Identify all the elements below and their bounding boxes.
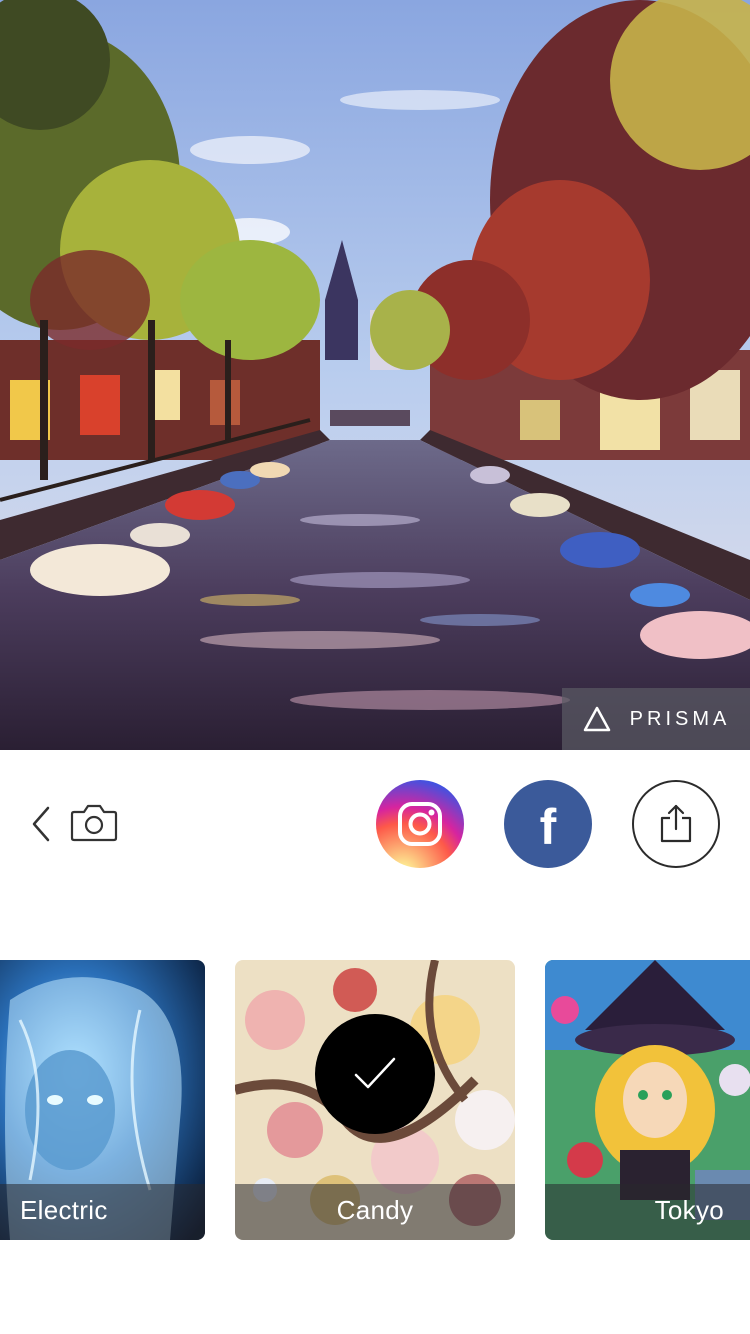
watermark-text: PRISMA [629, 707, 731, 730]
selected-indicator [315, 1014, 435, 1134]
instagram-icon [398, 802, 442, 846]
filter-electric[interactable]: Electric [0, 960, 205, 1240]
stylized-photo: PRISMA [0, 0, 750, 750]
chevron-left-icon [32, 806, 50, 842]
more-share-button[interactable] [632, 780, 720, 868]
canal-painting [0, 0, 750, 750]
action-toolbar: f [0, 750, 750, 900]
camera-icon [70, 804, 118, 842]
filter-tokyo[interactable]: Tokyo [545, 960, 750, 1240]
back-button[interactable] [26, 804, 56, 844]
facebook-icon: f [539, 799, 557, 855]
share-icon [660, 804, 692, 843]
instagram-share-button[interactable] [376, 780, 464, 868]
prisma-triangle-icon [583, 706, 610, 732]
filter-strip: Electric Candy Tokyo [0, 960, 750, 1242]
camera-button[interactable] [70, 802, 118, 844]
facebook-share-button[interactable]: f [504, 780, 592, 868]
filter-label: Tokyo [654, 1195, 724, 1225]
filter-candy[interactable]: Candy [235, 960, 515, 1240]
filter-label: Electric [20, 1195, 108, 1225]
filter-label: Candy [336, 1195, 414, 1225]
checkmark-icon [354, 1057, 396, 1089]
prisma-watermark: PRISMA [562, 688, 750, 750]
